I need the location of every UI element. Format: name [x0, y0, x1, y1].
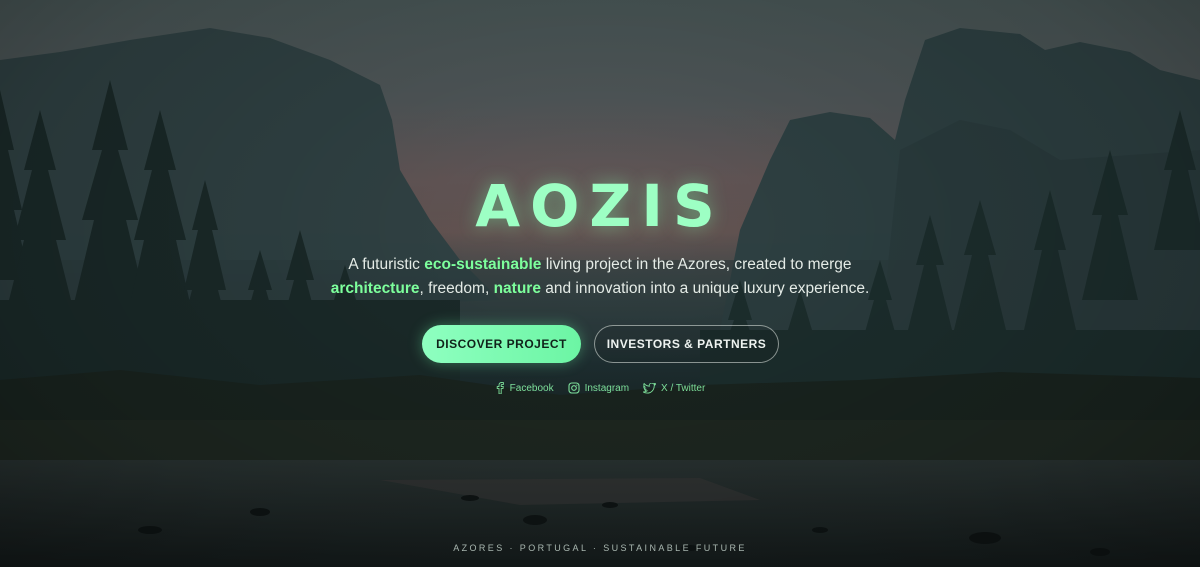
tagline-line-2: architecture, freedom, nature and innova…	[331, 280, 870, 297]
social-label-twitter: X / Twitter	[661, 382, 706, 394]
tagline-text: and innovation into a unique luxury expe…	[540, 280, 870, 297]
twitter-icon	[643, 382, 657, 394]
tagline-highlight: nature	[493, 280, 541, 297]
hero-title: AOZIS	[475, 172, 725, 240]
instagram-icon	[568, 382, 580, 394]
social-link-twitter[interactable]: X / Twitter	[643, 382, 705, 394]
discover-project-button[interactable]: DISCOVER PROJECT	[422, 325, 581, 363]
social-label-instagram: Instagram	[584, 382, 630, 394]
footer-tagline: AZORES · PORTUGAL · SUSTAINABLE FUTURE	[453, 543, 747, 553]
social-link-instagram[interactable]: Instagram	[568, 382, 629, 394]
tagline-highlight: eco-sustainable	[424, 256, 542, 273]
social-label-facebook: Facebook	[509, 382, 554, 394]
facebook-icon	[496, 382, 504, 394]
investors-partners-button[interactable]: INVESTORS & PARTNERS	[594, 325, 779, 363]
tagline-text: living project in the Azores, created to…	[541, 256, 852, 273]
tagline-highlight: architecture	[330, 280, 420, 297]
social-link-facebook[interactable]: Facebook	[495, 382, 554, 394]
hero-tagline: A futuristic eco-sustainable living proj…	[300, 253, 900, 301]
social-links: Facebook Instagram X / Twitter	[0, 382, 1200, 394]
tagline-text: , freedom,	[419, 280, 494, 297]
tagline-line-1: A futuristic eco-sustainable living proj…	[348, 256, 851, 273]
hero-content: AOZIS A futuristic eco-sustainable livin…	[0, 0, 1200, 567]
tagline-text: A futuristic	[348, 256, 425, 273]
hero-section: AOZIS A futuristic eco-sustainable livin…	[0, 0, 1200, 567]
